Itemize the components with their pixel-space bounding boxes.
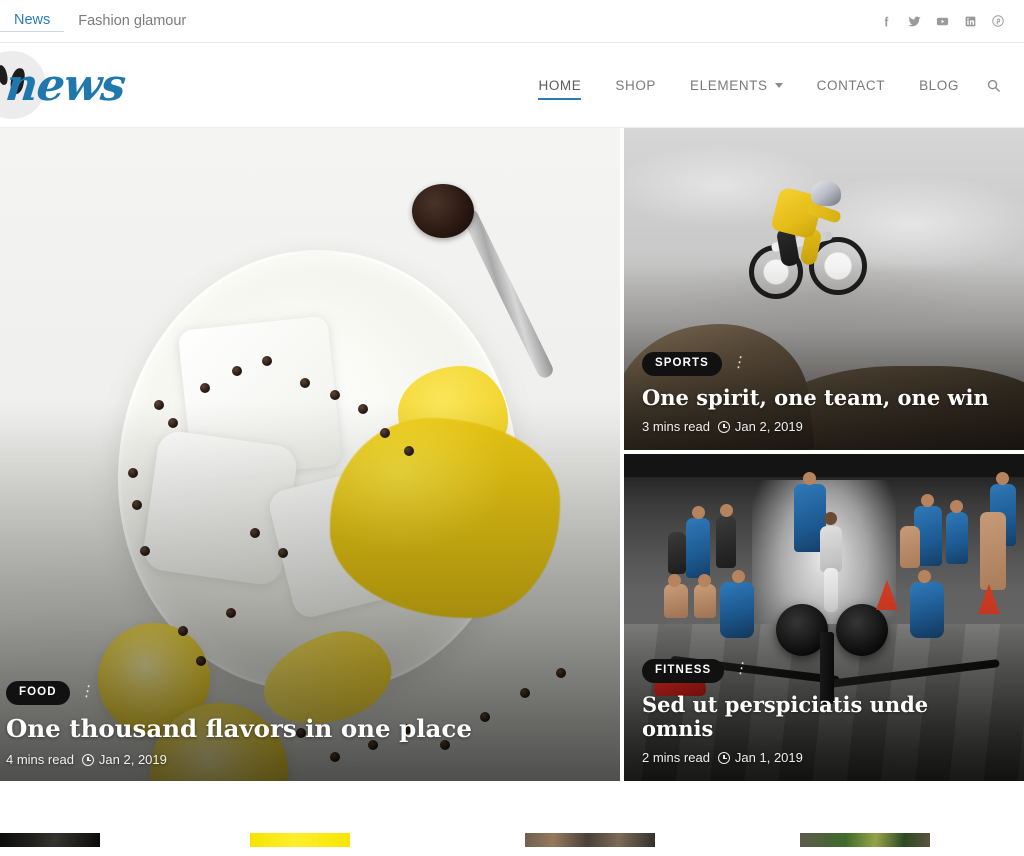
fitness-badge-row: FITNESS ⋮ xyxy=(642,659,1006,683)
hero-grid: FOOD ⋮ One thousand flavors in one place… xyxy=(0,128,1024,781)
sports-meta: 3 mins read Jan 2, 2019 xyxy=(642,419,989,434)
clock-icon xyxy=(717,420,730,433)
linkedin-icon[interactable] xyxy=(956,7,984,35)
fitness-meta: 2 mins read Jan 1, 2019 xyxy=(642,750,1006,765)
clock-icon xyxy=(717,751,730,764)
search-icon[interactable] xyxy=(976,43,1010,128)
hero-card-fitness[interactable]: FITNESS ⋮ Sed ut perspiciatis unde omnis… xyxy=(624,454,1024,781)
nav-item-shop-label: SHOP xyxy=(615,77,657,93)
nav-item-contact[interactable]: CONTACT xyxy=(800,43,902,128)
nav-item-blog[interactable]: BLOG xyxy=(902,43,976,128)
thumbnail-item[interactable] xyxy=(250,833,350,847)
fitness-date: Jan 1, 2019 xyxy=(734,750,803,765)
hero-secondary-column: SPORTS ⋮ One spirit, one team, one win 3… xyxy=(624,128,1024,781)
hero-card-sports[interactable]: SPORTS ⋮ One spirit, one team, one win 3… xyxy=(624,128,1024,450)
fitness-title[interactable]: Sed ut perspiciatis unde omnis xyxy=(642,692,1006,741)
featured-card-body: FOOD ⋮ One thousand flavors in one place… xyxy=(0,681,490,781)
thumbnail-item[interactable] xyxy=(525,833,655,847)
nav-item-elements[interactable]: ELEMENTS xyxy=(673,43,800,128)
thumbnail-item[interactable] xyxy=(0,833,100,847)
nav-item-contact-label: CONTACT xyxy=(816,77,886,93)
sports-title[interactable]: One spirit, one team, one win xyxy=(642,385,989,410)
hero-featured-card[interactable]: FOOD ⋮ One thousand flavors in one place… xyxy=(0,128,620,781)
nav-item-home[interactable]: HOME xyxy=(521,43,598,128)
more-options-icon[interactable]: ⋮ xyxy=(733,659,752,679)
top-bar: News Fashion glamour xyxy=(0,0,1024,43)
sports-card-body: SPORTS ⋮ One spirit, one team, one win 3… xyxy=(624,352,1007,450)
sports-date-group: Jan 2, 2019 xyxy=(717,419,803,434)
clock-icon xyxy=(81,753,94,766)
sports-read-time: 3 mins read xyxy=(642,419,710,434)
category-badge-fitness[interactable]: FITNESS xyxy=(642,659,725,683)
nav-active-underline xyxy=(538,97,582,100)
site-logo[interactable]: news xyxy=(0,43,230,128)
twitter-icon[interactable] xyxy=(900,7,928,35)
site-header: news HOME SHOP ELEMENTS CONTACT BLOG xyxy=(0,43,1024,128)
top-bar-links: News Fashion glamour xyxy=(0,13,200,32)
topbar-link-news[interactable]: News xyxy=(0,13,65,32)
topbar-link-fashion-glamour[interactable]: Fashion glamour xyxy=(64,14,200,29)
youtube-icon[interactable] xyxy=(928,7,956,35)
sports-date: Jan 2, 2019 xyxy=(734,419,803,434)
featured-date: Jan 2, 2019 xyxy=(98,752,167,767)
mountain-biker-decor xyxy=(749,173,869,299)
pinterest-icon[interactable] xyxy=(984,7,1012,35)
sports-badge-row: SPORTS ⋮ xyxy=(642,352,989,376)
below-fold-thumbnail-strip xyxy=(0,785,1024,847)
featured-read-time: 4 mins read xyxy=(6,752,74,767)
chevron-down-icon xyxy=(774,82,783,88)
featured-date-group: Jan 2, 2019 xyxy=(81,752,167,767)
more-options-icon[interactable]: ⋮ xyxy=(78,681,97,701)
nav-item-elements-label: ELEMENTS xyxy=(690,77,768,93)
rowing-machine-decor xyxy=(836,604,888,656)
category-badge-sports[interactable]: SPORTS xyxy=(642,352,722,376)
logo-text: news xyxy=(3,59,128,111)
featured-title[interactable]: One thousand flavors in one place xyxy=(6,714,472,743)
fitness-read-time: 2 mins read xyxy=(642,750,710,765)
category-badge-food[interactable]: FOOD xyxy=(6,681,70,705)
social-links xyxy=(872,7,1012,35)
nav-item-blog-label: BLOG xyxy=(919,77,959,93)
thumbnail-item[interactable] xyxy=(800,833,930,847)
facebook-icon[interactable] xyxy=(872,7,900,35)
main-navigation: HOME SHOP ELEMENTS CONTACT BLOG xyxy=(521,43,1024,128)
fitness-card-body: FITNESS ⋮ Sed ut perspiciatis unde omnis… xyxy=(624,659,1024,781)
nav-item-home-label: HOME xyxy=(538,77,582,93)
nav-item-shop[interactable]: SHOP xyxy=(598,43,673,128)
more-options-icon[interactable]: ⋮ xyxy=(730,352,749,372)
featured-meta: 4 mins read Jan 2, 2019 xyxy=(6,752,472,767)
lemon-zest-decor xyxy=(330,418,560,618)
featured-badge-row: FOOD ⋮ xyxy=(6,681,472,705)
fitness-date-group: Jan 1, 2019 xyxy=(717,750,803,765)
